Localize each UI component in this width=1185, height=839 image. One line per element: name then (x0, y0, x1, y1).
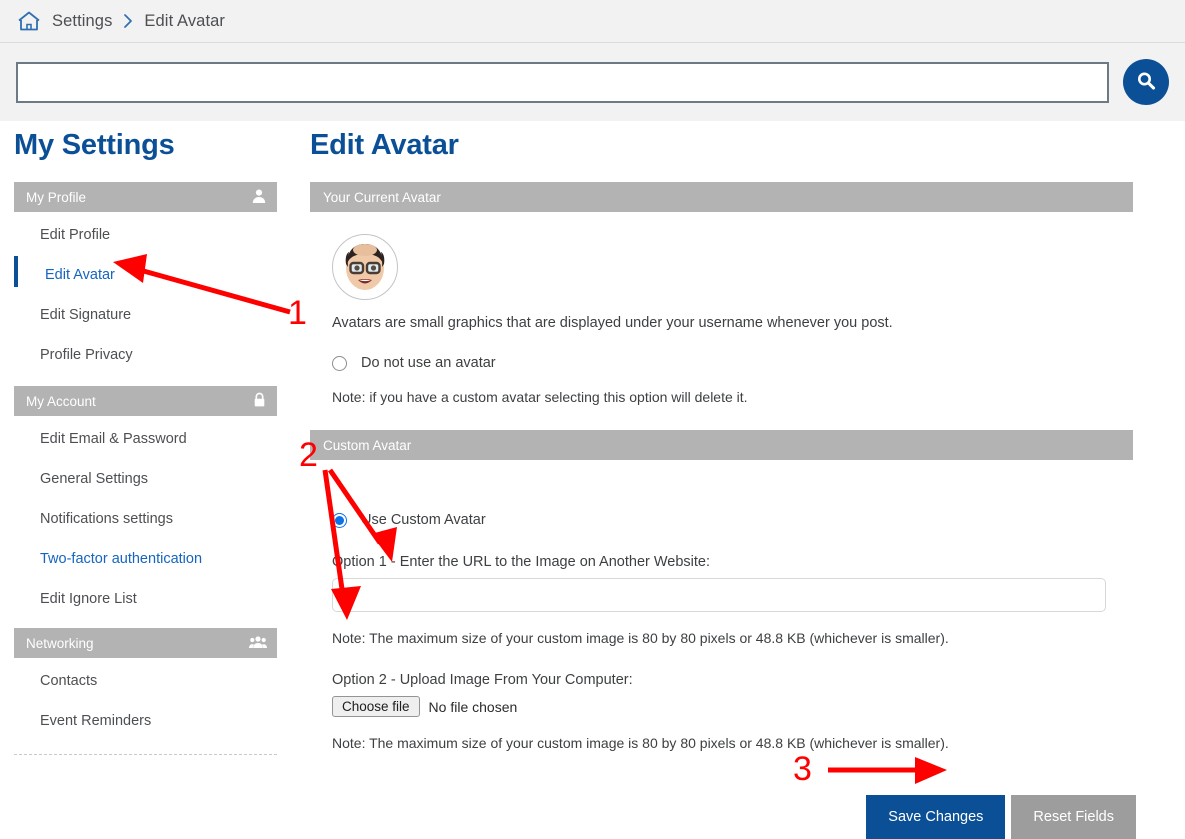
main-content: Edit Avatar Your Current Avatar Avatars … (310, 129, 1185, 839)
avatar-url-input[interactable] (332, 578, 1106, 612)
no-avatar-note: Note: if you have a custom avatar select… (332, 389, 748, 405)
option1-label: Option 1 - Enter the URL to the Image on… (332, 554, 711, 570)
option2-label: Option 2 - Upload Image From Your Comput… (332, 672, 633, 688)
sidebar-group-label: My Account (26, 393, 96, 409)
sidebar-item-label: Event Reminders (40, 713, 152, 729)
panel-header-label: Custom Avatar (323, 437, 412, 453)
no-avatar-radio[interactable] (332, 355, 347, 371)
breadcrumb-item-settings[interactable]: Settings (52, 12, 112, 31)
sidebar-divider (14, 754, 277, 755)
use-custom-avatar-radio-label: Use Custom Avatar (361, 512, 486, 528)
sidebar-item-edit-email-password[interactable]: Edit Email & Password (14, 422, 277, 456)
home-icon[interactable] (16, 9, 42, 33)
sidebar-group-label: My Profile (26, 189, 87, 205)
sidebar-item-contacts[interactable]: Contacts (14, 664, 277, 698)
sidebar-item-label: Edit Email & Password (40, 431, 187, 447)
sidebar-group-networking: Networking Contacts Event Reminders (14, 628, 277, 755)
avatar (332, 234, 398, 300)
page-body: My Settings My Profile Edit Profile Edit… (0, 121, 1185, 839)
sidebar-item-label: Edit Avatar (45, 267, 115, 283)
form-actions: Save Changes Reset Fields (310, 795, 1161, 839)
sidebar-title: My Settings (14, 129, 175, 161)
option2-note: Note: The maximum size of your custom im… (332, 735, 949, 751)
file-status-label: No file chosen (428, 698, 518, 715)
file-upload-row: Choose file No file chosen (332, 696, 1161, 717)
sidebar-item-label: Edit Signature (40, 307, 132, 323)
avatar-description: Avatars are small graphics that are disp… (332, 315, 893, 331)
page-title: Edit Avatar (310, 129, 459, 161)
sidebar-item-label: Contacts (40, 673, 98, 689)
reset-fields-button[interactable]: Reset Fields (1011, 795, 1136, 839)
search-icon (1134, 69, 1158, 96)
sidebar-item-label: Profile Privacy (40, 347, 133, 363)
no-avatar-radio-row[interactable]: Do not use an avatar (332, 355, 1161, 371)
breadcrumb-bar: Settings Edit Avatar (0, 0, 1185, 43)
people-icon (249, 635, 267, 652)
panel-body-current-avatar: Avatars are small graphics that are disp… (310, 212, 1161, 405)
use-custom-avatar-radio-row[interactable]: Use Custom Avatar (332, 512, 1161, 528)
sidebar-item-edit-profile[interactable]: Edit Profile (14, 218, 277, 252)
sidebar-item-label: General Settings (40, 471, 149, 487)
sidebar-group-my-profile: My Profile Edit Profile Edit Avatar Edit… (14, 182, 277, 372)
sidebar-item-edit-ignore-list[interactable]: Edit Ignore List (14, 582, 277, 616)
sidebar-group-header-my-account: My Account (14, 386, 277, 416)
chevron-right-icon (122, 13, 134, 29)
search-input[interactable] (16, 61, 1109, 103)
use-custom-avatar-radio[interactable] (332, 512, 347, 528)
panel-header-label: Your Current Avatar (323, 189, 441, 205)
sidebar-item-event-reminders[interactable]: Event Reminders (14, 704, 277, 738)
panel-body-custom-avatar: Use Custom Avatar Option 1 - Enter the U… (310, 460, 1161, 751)
sidebar-group-header-my-profile: My Profile (14, 182, 277, 212)
sidebar-item-label: Two-factor authentication (40, 551, 203, 567)
sidebar-item-label: Notifications settings (40, 511, 173, 527)
save-changes-button[interactable]: Save Changes (866, 795, 1006, 839)
sidebar-group-header-networking: Networking (14, 628, 277, 658)
sidebar-item-notifications-settings[interactable]: Notifications settings (14, 502, 277, 536)
sidebar-item-label: Edit Profile (40, 227, 111, 243)
sidebar-item-edit-signature[interactable]: Edit Signature (14, 298, 277, 332)
sidebar-item-two-factor-authentication[interactable]: Two-factor authentication (14, 542, 277, 576)
panel-header-custom-avatar: Custom Avatar (310, 430, 1133, 460)
search-button[interactable] (1123, 59, 1169, 105)
person-icon (251, 188, 267, 207)
sidebar-item-label: Edit Ignore List (40, 591, 137, 607)
search-bar (0, 43, 1185, 121)
sidebar-item-profile-privacy[interactable]: Profile Privacy (14, 338, 277, 372)
memoji-avatar-icon (334, 235, 396, 299)
breadcrumb-item-current: Edit Avatar (144, 11, 226, 30)
sidebar-item-edit-avatar[interactable]: Edit Avatar (14, 256, 277, 292)
choose-file-button[interactable]: Choose file (332, 696, 420, 717)
sidebar: My Settings My Profile Edit Profile Edit… (0, 129, 310, 839)
sidebar-group-label: Networking (26, 635, 94, 651)
sidebar-group-my-account: My Account Edit Email & Password General… (14, 386, 277, 616)
option1-note: Note: The maximum size of your custom im… (332, 630, 949, 646)
sidebar-item-general-settings[interactable]: General Settings (14, 462, 277, 496)
lock-icon (252, 392, 267, 411)
panel-header-current-avatar: Your Current Avatar (310, 182, 1133, 212)
no-avatar-radio-label: Do not use an avatar (361, 355, 496, 371)
